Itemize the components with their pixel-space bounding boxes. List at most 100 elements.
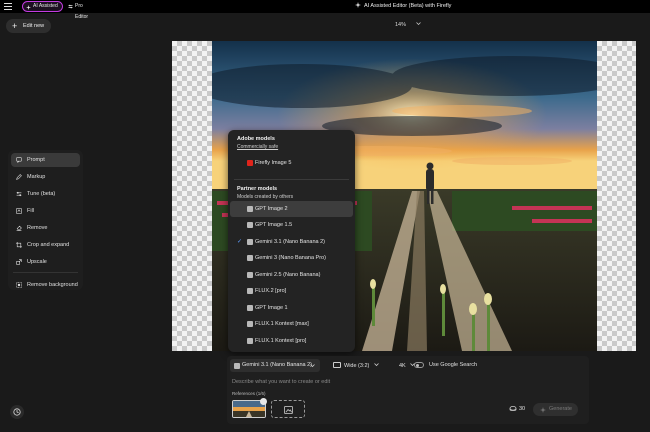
google-search-label: Use Google Search bbox=[429, 362, 477, 368]
model-option-flux-2-pro[interactable]: FLUX.2 [pro] bbox=[228, 283, 355, 300]
resolution-selector[interactable]: 4K bbox=[399, 362, 416, 369]
chevron-down-icon bbox=[415, 22, 421, 26]
toggle-knob bbox=[416, 364, 419, 367]
partner-models-header: Partner models bbox=[237, 185, 278, 192]
tool-prompt[interactable]: Prompt bbox=[11, 153, 80, 167]
prompt-icon bbox=[16, 157, 22, 163]
model-option-label: Gemini 2.5 (Nano Banana) bbox=[255, 271, 321, 278]
top-bar: AI Assisted Pro Editor AI Assisted Edito… bbox=[0, 0, 650, 20]
crop-icon bbox=[16, 242, 22, 248]
model-logo-icon bbox=[247, 255, 253, 261]
markup-icon bbox=[16, 174, 22, 180]
remove-icon bbox=[16, 225, 22, 231]
model-option-label: Gemini 3 (Nano Banana Pro) bbox=[255, 255, 326, 261]
sparkle-icon bbox=[26, 5, 31, 10]
tool-remove-background[interactable]: Remove background bbox=[11, 278, 80, 292]
model-option-label: FLUX.1 Kontext [max] bbox=[255, 321, 309, 327]
model-option-label: GPT Image 1.5 bbox=[255, 222, 293, 228]
model-option-gpt-image-1-5[interactable]: GPT Image 1.5 bbox=[228, 217, 355, 234]
history-button[interactable] bbox=[10, 405, 24, 419]
partner-models-subtitle: Models created by others bbox=[237, 193, 294, 200]
add-reference-button[interactable] bbox=[271, 400, 305, 418]
tab-ai-assisted-label: AI Assisted bbox=[33, 3, 58, 9]
history-icon bbox=[13, 408, 21, 416]
model-selector[interactable]: Gemini 3.1 (Nano Banana 2) bbox=[230, 359, 320, 372]
menu-divider bbox=[234, 178, 349, 180]
model-option-label: FLUX.1 Kontext [pro] bbox=[255, 337, 307, 344]
upscale-icon bbox=[16, 259, 22, 265]
sparkle-icon bbox=[540, 407, 546, 413]
google-search-toggle[interactable] bbox=[414, 362, 424, 368]
plus-icon: + bbox=[12, 21, 18, 31]
chevron-down-icon bbox=[374, 363, 379, 367]
model-option-gemini-3[interactable]: Gemini 3 (Nano Banana Pro) bbox=[228, 250, 355, 267]
model-option-label: GPT Image 2 bbox=[255, 205, 288, 212]
zoom-value: 14% bbox=[395, 22, 407, 28]
model-option-label: GPT Image 1 bbox=[255, 304, 288, 311]
remove-background-icon bbox=[16, 282, 22, 288]
menu-icon[interactable] bbox=[4, 3, 12, 10]
edit-new-button[interactable]: + Edit new bbox=[6, 19, 51, 33]
chevron-down-icon bbox=[310, 364, 315, 368]
model-option-flux-1-kontext-max[interactable]: FLUX.1 Kontext [max] bbox=[228, 316, 355, 333]
commercially-safe-link[interactable]: Commercially safe bbox=[228, 143, 355, 151]
model-option-gemini-2-5[interactable]: Gemini 2.5 (Nano Banana) bbox=[228, 267, 355, 284]
model-logo-icon bbox=[247, 222, 253, 228]
window-title: AI Assisted Editor (Beta) with Firefly bbox=[355, 0, 451, 13]
model-logo-icon bbox=[247, 288, 253, 294]
tool-upscale[interactable]: Upscale bbox=[11, 255, 80, 269]
tab-pro-editor-label: Pro Editor bbox=[75, 3, 89, 20]
tab-ai-assisted[interactable]: AI Assisted bbox=[22, 1, 63, 12]
edit-new-label: Edit new bbox=[23, 23, 45, 29]
tool-markup[interactable]: Markup bbox=[11, 170, 80, 184]
firefly-logo-icon bbox=[247, 160, 253, 166]
prompt-input[interactable] bbox=[232, 377, 432, 387]
tool-prompt-label: Prompt bbox=[27, 157, 45, 163]
model-logo-icon bbox=[247, 205, 253, 212]
model-option-flux-1-kontext-pro[interactable]: FLUX.1 Kontext [pro] bbox=[228, 333, 355, 350]
credits-value: 30 bbox=[519, 406, 526, 412]
transparent-area-left bbox=[172, 41, 212, 351]
model-option-label: Gemini 3.1 (Nano Banana 2) bbox=[255, 238, 326, 245]
tune-icon bbox=[16, 191, 22, 197]
transparent-area-right bbox=[597, 41, 636, 351]
checkmark-icon: ✓ bbox=[237, 238, 243, 245]
remove-reference-icon[interactable] bbox=[260, 398, 267, 405]
sparkle-icon bbox=[355, 2, 361, 8]
model-option-gpt-image-1[interactable]: GPT Image 1 bbox=[228, 300, 355, 317]
model-logo-icon bbox=[247, 337, 253, 344]
tool-remove-label: Remove bbox=[27, 225, 48, 231]
model-option-gemini-3-1[interactable]: ✓ Gemini 3.1 (Nano Banana 2) bbox=[228, 234, 355, 251]
selected-model-label: Gemini 3.1 (Nano Banana 2) bbox=[242, 362, 313, 368]
model-option-label: FLUX.2 [pro] bbox=[255, 288, 287, 294]
resolution-label: 4K bbox=[399, 363, 406, 369]
model-option-firefly-image-5[interactable]: Firefly Image 5 bbox=[228, 155, 355, 172]
generate-button[interactable]: Generate bbox=[533, 403, 578, 416]
window-title-text: AI Assisted Editor (Beta) with Firefly bbox=[364, 3, 452, 9]
tool-fill[interactable]: Fill bbox=[11, 204, 80, 218]
tool-crop[interactable]: Crop and expand bbox=[11, 238, 80, 252]
tools-panel: Prompt Markup Tune (beta) Fill Remove Cr… bbox=[8, 150, 83, 290]
tool-markup-label: Markup bbox=[27, 174, 46, 180]
tool-remove[interactable]: Remove bbox=[11, 221, 80, 235]
sliders-icon bbox=[68, 4, 73, 9]
model-logo-icon bbox=[234, 362, 240, 369]
aspect-ratio-label: Wide (3:2) bbox=[344, 363, 370, 369]
model-logo-icon bbox=[247, 304, 253, 311]
tool-crop-label: Crop and expand bbox=[27, 242, 70, 248]
tool-fill-label: Fill bbox=[27, 208, 35, 214]
zoom-control[interactable]: 14% bbox=[395, 21, 421, 28]
model-option-gpt-image-2[interactable]: GPT Image 2 bbox=[230, 200, 353, 217]
tool-tune-label: Tune (beta) bbox=[27, 191, 56, 197]
model-logo-icon bbox=[247, 321, 253, 327]
tool-remove-background-label: Remove background bbox=[27, 282, 78, 288]
credits-cost: 30 bbox=[509, 406, 525, 412]
aspect-ratio-icon bbox=[333, 362, 341, 368]
tool-tune[interactable]: Tune (beta) bbox=[11, 187, 80, 201]
image-add-icon bbox=[284, 406, 293, 414]
model-dropdown-menu: Adobe models Commercially safe Firefly I… bbox=[228, 130, 355, 352]
tools-divider bbox=[13, 272, 78, 273]
fill-icon bbox=[16, 208, 22, 214]
aspect-ratio-selector[interactable]: Wide (3:2) bbox=[333, 362, 379, 369]
tab-pro-editor[interactable]: Pro Editor bbox=[65, 1, 101, 20]
